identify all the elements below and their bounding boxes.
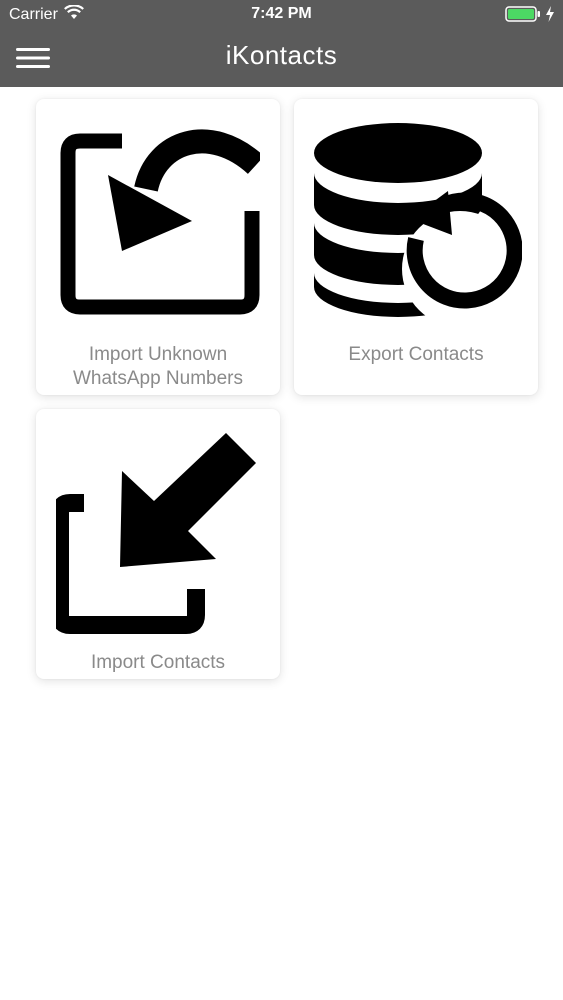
- status-bar: Carrier 7:42 PM: [0, 0, 563, 30]
- export-contacts-card[interactable]: Export Contacts: [294, 99, 538, 395]
- import-contacts-card[interactable]: Import Contacts: [36, 409, 280, 679]
- navigation-bar: iKontacts: [0, 30, 563, 87]
- import-unknown-label-line1: Import Unknown: [88, 344, 228, 365]
- page-title: iKontacts: [225, 40, 338, 70]
- import-arrow-box-icon: [60, 129, 260, 315]
- charging-bolt-icon: [545, 6, 555, 27]
- battery-icon: [505, 6, 541, 27]
- status-battery-group: [505, 6, 555, 27]
- database-refresh-icon: [314, 123, 522, 327]
- status-time: 7:42 PM: [251, 5, 312, 22]
- import-unknown-whatsapp-card[interactable]: Import Unknown WhatsApp Numbers: [36, 99, 280, 395]
- import-down-left-arrow-icon: [56, 433, 256, 634]
- import-unknown-label-line2: WhatsApp Numbers: [72, 368, 243, 389]
- export-contacts-label: Export Contacts: [348, 344, 484, 365]
- import-contacts-label: Import Contacts: [90, 652, 226, 673]
